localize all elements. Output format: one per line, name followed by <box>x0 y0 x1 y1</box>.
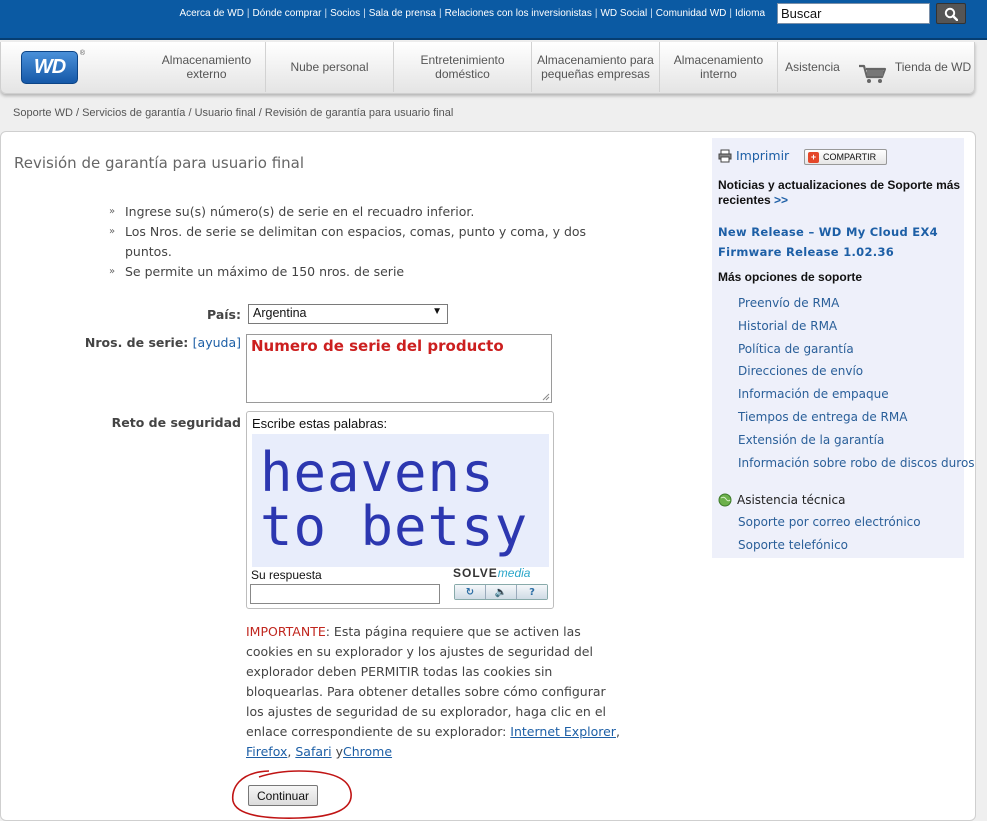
nav-asistencia[interactable]: Asistencia <box>777 42 847 92</box>
cart-icon <box>859 64 887 83</box>
serial-value: Numero de serie del producto <box>251 337 504 355</box>
link-internet-explorer[interactable]: Internet Explorer <box>510 724 616 739</box>
support-option-tiempos-entrega[interactable]: Tiempos de entrega de RMA <box>738 410 975 433</box>
search-button[interactable] <box>936 3 966 24</box>
captcha-image: heavens to betsy <box>252 434 549 567</box>
top-link-comunidad[interactable]: Comunidad WD <box>656 8 727 19</box>
annotation-circle <box>231 770 352 819</box>
captcha-word-1: heavens <box>260 441 495 504</box>
instruction-item: Ingrese su(s) número(s) de serie en el r… <box>109 202 609 222</box>
serial-label-row: Nros. de serie: [ayuda] <box>61 335 241 350</box>
instructions-list: Ingrese su(s) número(s) de serie en el r… <box>109 202 609 282</box>
captcha-word-2: to betsy <box>260 495 529 558</box>
support-option-robo-discos[interactable]: Información sobre robo de discos duros <box>738 456 975 479</box>
instruction-item: Se permite un máximo de 150 nros. de ser… <box>109 262 609 282</box>
nav-entretenimiento[interactable]: Entretenimiento doméstico <box>393 42 531 92</box>
support-option-extension-garantia[interactable]: Extensión de la garantía <box>738 433 975 456</box>
tech-support-label[interactable]: Asistencia técnica <box>737 493 845 507</box>
top-link-idioma[interactable]: Idioma <box>735 8 765 19</box>
support-option-politica-garantia[interactable]: Política de garantía <box>738 342 975 365</box>
top-link-donde-comprar[interactable]: Dónde comprar <box>253 8 322 19</box>
breadcrumb: Soporte WD / Servicios de garantía / Usu… <box>13 107 454 119</box>
support-option-empaque[interactable]: Información de empaque <box>738 387 975 410</box>
nav-almacenamiento-externo[interactable]: Almacenamiento externo <box>148 42 265 92</box>
print-row: Imprimir <box>718 148 789 163</box>
help-icon[interactable]: ? <box>516 585 547 599</box>
tech-support-row: Asistencia técnica <box>718 493 845 507</box>
link-firefox[interactable]: Firefox <box>246 744 287 759</box>
support-option-historial-rma[interactable]: Historial de RMA <box>738 319 975 342</box>
top-bar: Acerca de WD | Dónde comprar | Socios | Sala d… <box>0 0 987 40</box>
breadcrumb-usuario-final[interactable]: Usuario final <box>195 107 256 119</box>
top-link-inversionistas[interactable]: Relaciones con los inversionistas <box>445 8 592 19</box>
solvemedia-logo: SOLVEmedia <box>453 566 531 580</box>
captcha-answer-input[interactable] <box>250 584 440 604</box>
breadcrumb-servicios[interactable]: Servicios de garantía <box>82 107 185 119</box>
breadcrumb-soporte[interactable]: Soporte WD <box>13 107 73 119</box>
security-label: Reto de seguridad <box>111 415 241 430</box>
serial-label: Nros. de serie: <box>84 335 189 350</box>
plus-icon: + <box>808 151 819 163</box>
audio-icon[interactable]: 🔈 <box>485 585 516 599</box>
instruction-item: Los Nros. de serie se delimitan con espa… <box>109 222 609 262</box>
page-title: Revisión de garantía para usuario final <box>14 154 305 172</box>
support-options-list: Preenvío de RMA Historial de RMA Polític… <box>738 296 975 478</box>
serial-numbers-textarea[interactable]: Numero de serie del producto <box>246 334 552 403</box>
refresh-icon[interactable]: ↻ <box>455 585 485 599</box>
captcha-widget: Escribe estas palabras: heavens to betsy… <box>246 411 554 609</box>
cookies-notice: IMPORTANTE: Esta página requiere que se … <box>246 624 620 759</box>
important-text: : Esta página requiere que se activen la… <box>246 624 606 739</box>
country-label: País: <box>207 307 241 322</box>
link-chrome[interactable]: Chrome <box>343 744 392 759</box>
serial-help-link[interactable]: [ayuda] <box>193 335 241 350</box>
important-label: IMPORTANTE <box>246 624 326 639</box>
search-icon <box>944 7 958 21</box>
release-link-1[interactable]: New Release – WD My Cloud EX4 <box>718 225 938 239</box>
print-link[interactable]: Imprimir <box>736 148 789 163</box>
sidebar: Imprimir + COMPARTIR Noticias y actualiz… <box>712 138 975 561</box>
globe-icon <box>718 493 732 507</box>
tech-support-list: Soporte por correo electrónico Soporte t… <box>738 515 921 561</box>
release-link-2[interactable]: Firmware Release 1.02.36 <box>718 245 894 259</box>
more-options-heading: Más opciones de soporte <box>718 270 863 284</box>
link-safari[interactable]: Safari <box>295 744 331 759</box>
printer-icon <box>718 149 732 162</box>
captcha-instruction: Escribe estas palabras: <box>252 416 388 431</box>
search-input[interactable] <box>777 3 930 24</box>
news-more-link[interactable]: >> <box>774 193 788 207</box>
captcha-controls: ↻ 🔈 ? <box>454 584 548 600</box>
news-heading: Noticias y actualizaciones de Soporte má… <box>718 178 961 207</box>
support-option-direcciones-envio[interactable]: Direcciones de envío <box>738 364 975 387</box>
top-link-wd-social[interactable]: WD Social <box>600 8 647 19</box>
tech-option-phone[interactable]: Soporte telefónico <box>738 538 921 561</box>
share-button[interactable]: + COMPARTIR <box>804 149 887 165</box>
country-select[interactable]: Argentina ▼ <box>248 304 448 324</box>
answer-label: Su respuesta <box>251 568 322 582</box>
content-panel: Revisión de garantía para usuario final … <box>0 131 976 821</box>
top-link-sala-prensa[interactable]: Sala de prensa <box>369 8 436 19</box>
support-option-preenvio-rma[interactable]: Preenvío de RMA <box>738 296 975 319</box>
country-value: Argentina <box>253 306 307 320</box>
resize-grip-icon[interactable] <box>542 393 550 401</box>
top-link-acerca[interactable]: Acerca de WD <box>179 8 243 19</box>
nav-tienda-wd[interactable]: Tienda de WD <box>889 42 977 92</box>
chevron-down-icon: ▼ <box>432 306 442 317</box>
tech-option-email[interactable]: Soporte por correo electrónico <box>738 515 921 538</box>
nav-pequenas-empresas[interactable]: Almacenamiento para pequeñas empresas <box>531 42 659 92</box>
nav-nube-personal[interactable]: Nube personal <box>265 42 393 92</box>
nav-almacenamiento-interno[interactable]: Almacenamiento interno <box>659 42 777 92</box>
wd-logo[interactable]: WD ® <box>21 50 85 84</box>
top-link-socios[interactable]: Socios <box>330 8 360 19</box>
main-nav: WD ® Almacenamiento externo Nube personal… <box>0 42 975 94</box>
breadcrumb-current: Revisión de garantía para usuario final <box>264 107 454 119</box>
top-links: Acerca de WD | Dónde comprar | Socios | Sala d… <box>179 8 765 19</box>
